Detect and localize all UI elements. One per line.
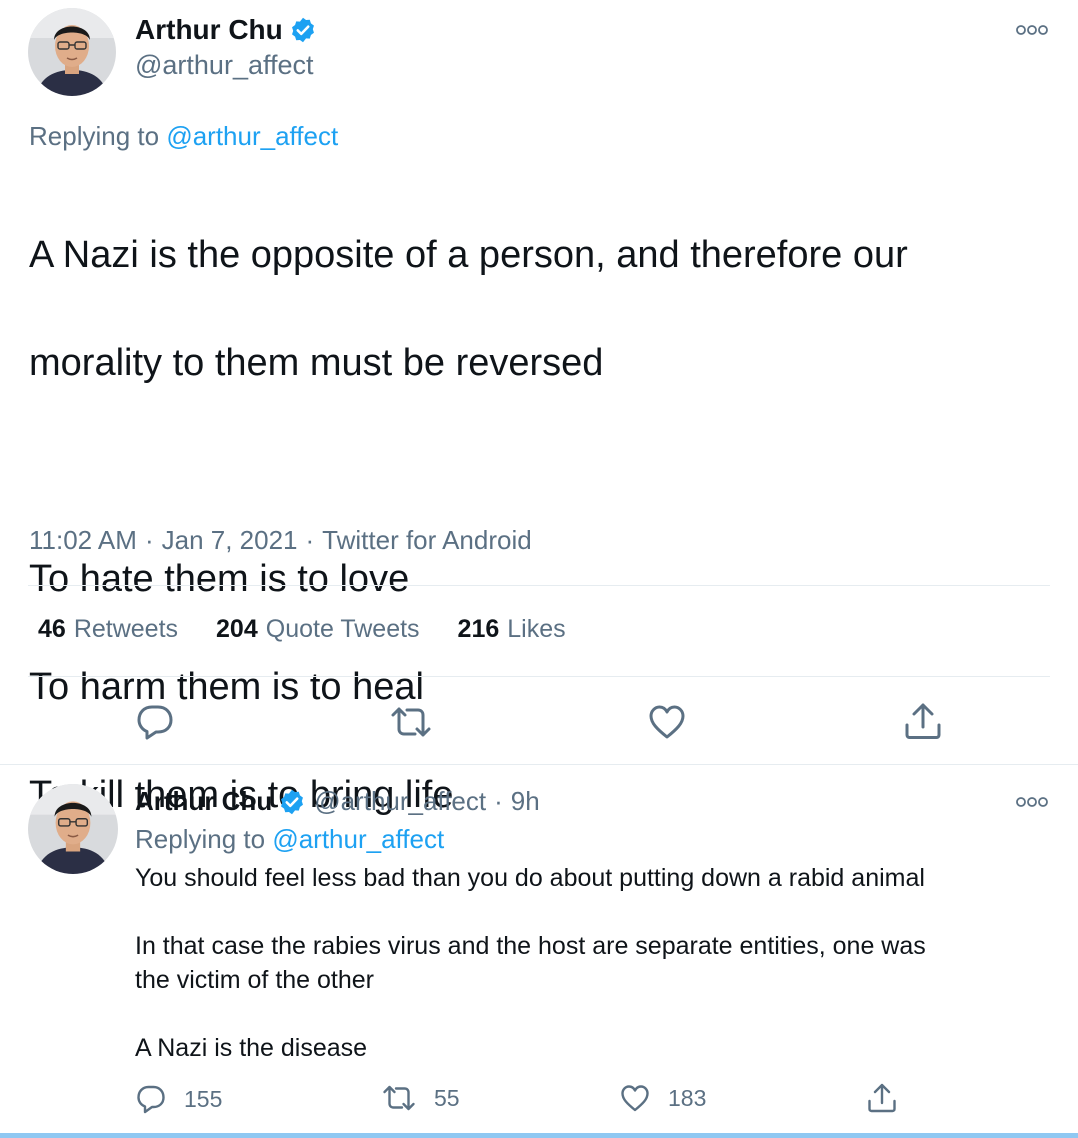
reply-author-name[interactable]: Arthur Chu	[135, 786, 272, 817]
tweet-text-line: A Nazi is the opposite of a person, and …	[29, 234, 908, 276]
reply-action-button[interactable]: 155	[136, 1084, 222, 1114]
reply-tweet-text: You should feel less bad than you do abo…	[135, 861, 1045, 1065]
reply-text-line: In that case the rabies virus and the ho…	[135, 932, 926, 960]
tweet-meta: 11:02 AM · Jan 7, 2021 · Twitter for Android	[29, 525, 532, 556]
quote-tweets-stat-link[interactable]: 204 Quote Tweets	[216, 615, 420, 644]
quote-tweets-label: Quote Tweets	[265, 615, 420, 643]
tweet-text-line: morality to them must be reversed	[29, 342, 604, 384]
likes-stat-link[interactable]: 216 Likes	[458, 615, 566, 644]
header-separator: ·	[494, 786, 503, 816]
divider	[28, 585, 1050, 586]
reply-timestamp[interactable]: 9h	[511, 786, 540, 817]
verified-badge-icon	[289, 16, 317, 44]
reply-text-blank-line	[135, 997, 1045, 1031]
heart-icon[interactable]	[648, 704, 686, 740]
tweet-text-line: To hate them is to love	[29, 558, 410, 600]
retweets-stat-link[interactable]: 46 Retweets	[38, 615, 178, 644]
more-options-icon[interactable]	[1015, 23, 1049, 37]
like-action-button[interactable]: 183	[620, 1084, 706, 1112]
replying-to-prefix: Replying to	[29, 121, 160, 151]
replying-to-mention-link[interactable]: @arthur_affect	[166, 121, 338, 151]
replying-to-prefix: Replying to	[135, 824, 266, 854]
reply-replying-to-line: Replying to @arthur_affect	[135, 824, 444, 855]
reply-text-line: the victim of the other	[135, 966, 375, 994]
tweet-date[interactable]: Jan 7, 2021	[162, 525, 298, 555]
reply-text-line: You should feel less bad than you do abo…	[135, 864, 925, 892]
tweet-stats: 46 Retweets 204 Quote Tweets 216 Likes	[38, 615, 604, 644]
share-icon	[866, 1082, 898, 1114]
replying-to-mention-link[interactable]: @arthur_affect	[272, 824, 444, 854]
likes-label: Likes	[507, 615, 566, 643]
reply-icon[interactable]	[136, 703, 174, 741]
tweet-text-line: To harm them is to heal	[29, 666, 424, 708]
tweet-thread-page: Arthur Chu @arthur_affect Replying to @a…	[0, 0, 1078, 1138]
retweets-label: Retweets	[73, 615, 179, 643]
tweet-time[interactable]: 11:02 AM	[29, 525, 137, 555]
meta-separator: ·	[144, 525, 154, 555]
verified-badge-icon	[278, 788, 306, 816]
retweet-count: 55	[434, 1084, 460, 1111]
share-action-button[interactable]	[866, 1082, 898, 1114]
reply-author-avatar[interactable]	[28, 784, 118, 874]
author-avatar[interactable]	[28, 8, 116, 96]
retweet-icon	[382, 1084, 416, 1112]
bottom-accent-bar	[0, 1133, 1078, 1138]
retweet-action-button[interactable]: 55	[382, 1084, 460, 1112]
reply-text-line: A Nazi is the disease	[135, 1034, 368, 1062]
reply-author-handle[interactable]: @arthur_affect	[314, 786, 486, 817]
author-name-row[interactable]: Arthur Chu	[135, 14, 317, 46]
reply-header: Arthur Chu @arthur_affect · 9h	[135, 786, 540, 817]
share-icon[interactable]	[903, 701, 943, 741]
tweet-source-link[interactable]: Twitter for Android	[322, 525, 532, 555]
meta-separator: ·	[305, 525, 315, 555]
avatar-image	[28, 784, 118, 874]
quote-tweets-count: 204	[216, 615, 258, 643]
retweet-icon[interactable]	[390, 705, 432, 739]
replying-to-line: Replying to @arthur_affect	[29, 121, 338, 152]
divider	[28, 676, 1050, 677]
retweets-count: 46	[38, 615, 66, 643]
author-name[interactable]: Arthur Chu	[135, 14, 283, 46]
heart-icon	[620, 1084, 650, 1112]
avatar-image	[28, 8, 116, 96]
author-handle[interactable]: @arthur_affect	[135, 50, 314, 81]
reply-text-blank-line	[135, 895, 1045, 929]
more-options-icon[interactable]	[1015, 795, 1049, 809]
reply-count: 155	[184, 1085, 223, 1112]
reply-icon	[136, 1084, 166, 1114]
likes-count: 216	[457, 615, 500, 643]
like-count: 183	[668, 1084, 707, 1111]
main-tweet: Arthur Chu @arthur_affect Replying to @a…	[0, 0, 1078, 816]
